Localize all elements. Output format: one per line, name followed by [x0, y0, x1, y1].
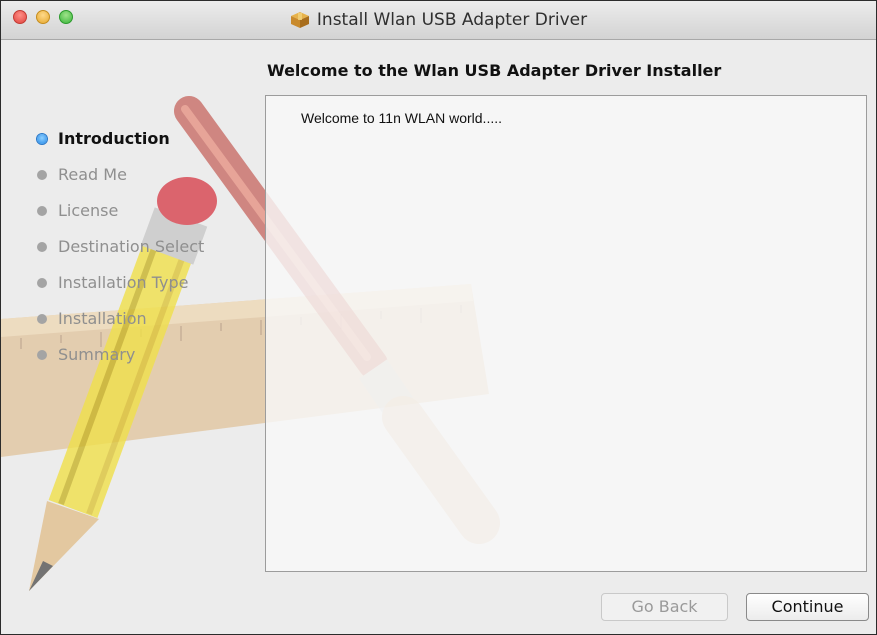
step-installation-type: Installation Type: [37, 270, 204, 306]
step-label: Introduction: [58, 129, 170, 148]
step-bullet-icon: [37, 314, 47, 324]
continue-button[interactable]: Continue: [746, 593, 869, 621]
step-summary: Summary: [37, 342, 204, 378]
step-label: Summary: [58, 345, 136, 364]
step-label: License: [58, 201, 119, 220]
window-title: Install Wlan USB Adapter Driver: [316, 10, 588, 30]
installer-steps: Introduction Read Me License Destination…: [37, 126, 204, 378]
step-installation: Installation: [37, 306, 204, 342]
welcome-message: Welcome to 11n WLAN world.....: [301, 110, 502, 126]
step-bullet-icon: [37, 278, 47, 288]
step-bullet-icon: [37, 134, 47, 144]
step-label: Read Me: [58, 165, 127, 184]
step-label: Installation Type: [58, 273, 189, 292]
step-bullet-icon: [37, 206, 47, 216]
step-bullet-icon: [37, 350, 47, 360]
step-introduction: Introduction: [37, 126, 204, 162]
step-label: Installation: [58, 309, 147, 328]
go-back-button[interactable]: Go Back: [601, 593, 728, 621]
window-title-group: Install Wlan USB Adapter Driver: [1, 9, 876, 31]
step-bullet-icon: [37, 242, 47, 252]
step-label: Destination Select: [58, 237, 205, 256]
step-license: License: [37, 198, 204, 234]
package-icon: [290, 12, 309, 28]
title-bar: Install Wlan USB Adapter Driver: [1, 1, 876, 40]
step-bullet-icon: [37, 170, 47, 180]
step-destination-select: Destination Select: [37, 234, 204, 270]
installer-window: Install Wlan USB Adapter Driver Welcome …: [0, 0, 877, 635]
step-read-me: Read Me: [37, 162, 204, 198]
content-panel[interactable]: Welcome to 11n WLAN world.....: [265, 95, 867, 572]
